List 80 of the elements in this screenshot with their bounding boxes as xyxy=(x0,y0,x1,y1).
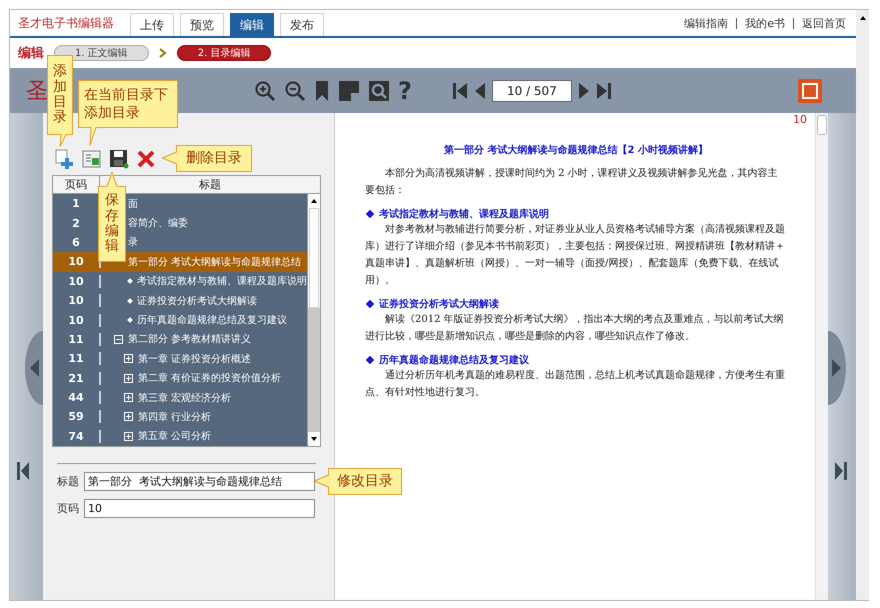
bullet-icon xyxy=(127,317,133,323)
nav-tab[interactable]: 编辑 xyxy=(230,13,274,36)
toc-title: 证券投资分析考试大纲解读 xyxy=(137,294,257,308)
toc-title: 历年真题命题规律总结及复习建议 xyxy=(137,314,287,328)
toc-row[interactable]: 11 第二部分 参考教材精讲讲义 xyxy=(53,330,307,350)
toc-row[interactable]: 21 第二章 有价证券的投资价值分析 xyxy=(53,368,307,388)
next-page-icon[interactable] xyxy=(578,82,590,100)
paragraph: 解读《2012 年版证券投资分析考试大纲》，指出本大纲的考点及重难点，与以前考试大纲进行比较，哪些是新增知识点，哪些是删除的内容，哪些知识点作了修改。 xyxy=(365,312,785,344)
section-heading: 证券投资分析考试大纲解读 xyxy=(379,298,499,311)
toc-title: 第四章 行业分析 xyxy=(138,410,212,424)
page-heading: 第一部分 考试大纲解读与命题规律总结【2 小时视频讲解】 xyxy=(443,144,709,157)
toc-row[interactable]: 10 第一部分 考试大纲解读与命题规律总结 xyxy=(53,252,307,272)
toc-title: 面 xyxy=(128,198,138,211)
section-heading: 考试指定教材与教辅、课程及题库说明 xyxy=(379,207,549,221)
last-page-icon[interactable] xyxy=(834,461,848,481)
nav-link[interactable]: 编辑指南 xyxy=(684,16,728,30)
page-number: 10 xyxy=(793,114,807,125)
close-icon[interactable] xyxy=(136,149,156,169)
help-button[interactable]: ? xyxy=(398,78,412,102)
previous-page-icon[interactable] xyxy=(474,82,486,100)
nav-link[interactable]: 返回首页 xyxy=(802,16,846,30)
toc-row[interactable]: 44 第三章 宏观经济分析 xyxy=(53,388,307,408)
collapse-icon[interactable] xyxy=(114,334,123,344)
zoom-out-icon[interactable] xyxy=(284,80,306,102)
nav-tab[interactable]: 上传 xyxy=(130,13,174,36)
chevron-icon xyxy=(158,48,167,58)
paragraph: 对参考教材与教辅进行简要分析，对证券业从业人员资格考试辅导方案（高清视频课程及题库）进行了详细介绍（参见本书书前彩页），主要包括：网授保过班、网授精讲班【教材精讲＋真题串讲】、真题解析班（网授）、一对一辅导（面授/网授）、配套题库（免费下载、在线试用）。 xyxy=(365,222,786,288)
paragraph: 本部分为高清视频讲解，授课时间约为 2 小时，课程讲义及视频讲解参见光盘，其内容主要包括： xyxy=(365,166,779,198)
expand-icon[interactable] xyxy=(124,354,133,364)
toc-row[interactable]: 59 第四章 行业分析 xyxy=(53,407,307,427)
toc-title: 第二章 有价证券的投资价值分析 xyxy=(138,372,282,386)
toc-title: 考试指定教材与教辅、课程及题库说明 xyxy=(137,274,307,288)
first-page-icon[interactable] xyxy=(452,82,468,100)
page-field[interactable]: 10 / 507 xyxy=(492,80,572,102)
nav-link[interactable]: 我的e书 xyxy=(745,16,785,30)
add-child-icon[interactable] xyxy=(82,149,102,169)
save-icon[interactable] xyxy=(109,149,129,169)
add-icon[interactable] xyxy=(55,149,75,169)
toc-title: 第一章 证券投资分析概述 xyxy=(138,352,252,366)
callout: 在当前目录下添加目录 xyxy=(78,80,178,146)
section-heading: 历年真题命题规律总结及复习建议 xyxy=(379,354,529,367)
bullet-icon xyxy=(127,298,133,304)
toc-row[interactable]: 10 考试指定教材与教辅、课程及题库说明 xyxy=(53,272,307,291)
stop-button[interactable] xyxy=(798,78,822,102)
field-label: 标题 xyxy=(57,474,79,490)
paragraph: 通过分析历年机考真题的难易程度、出题范围，总结上机考试真题命题规律，方便考生有重点、有针对性地进行复习。 xyxy=(365,368,786,400)
toc-row[interactable]: 10 历年真题命题规律总结及复习建议 xyxy=(53,310,307,330)
toc-title: 录 xyxy=(128,236,138,250)
toc-title: 第二部分 参考教材精讲讲义 xyxy=(128,332,252,346)
toc-title: 第三章 宏观经济分析 xyxy=(138,392,232,405)
previous-arrow-icon[interactable] xyxy=(25,331,43,405)
step-pill[interactable]: 2. 目录编辑 xyxy=(176,45,272,61)
app-title: 圣才电子书编辑器 xyxy=(18,14,114,32)
logo-text: 圣 xyxy=(26,78,48,106)
expand-icon[interactable] xyxy=(124,432,133,441)
nav-tab[interactable]: 预览 xyxy=(180,13,224,36)
first-page-icon[interactable] xyxy=(16,461,30,481)
section-label: 编辑 xyxy=(18,44,44,62)
last-page-icon[interactable] xyxy=(596,82,612,100)
toc-title: 容简介、编委 xyxy=(128,216,188,230)
toc-row[interactable]: 11 第一章 证券投资分析概述 xyxy=(53,349,307,369)
note-icon[interactable] xyxy=(338,80,360,102)
nav-tab[interactable]: 发布 xyxy=(280,13,324,36)
expand-icon[interactable] xyxy=(124,412,133,422)
zoom-in-icon[interactable] xyxy=(254,80,276,102)
search-icon[interactable] xyxy=(368,80,390,102)
bookmark-icon[interactable] xyxy=(314,80,330,102)
toc-row[interactable]: 74 第五章 公司分析 xyxy=(53,426,307,446)
field-label: 页码 xyxy=(57,501,79,516)
step-pill[interactable]: 1. 正文编辑 xyxy=(54,45,149,61)
toc-title: 第一部分 考试大纲解读与命题规律总结 xyxy=(128,256,302,269)
toc-row[interactable]: 10 证券投资分析考试大纲解读 xyxy=(53,290,307,310)
column-header: 标题 xyxy=(198,177,222,193)
expand-icon[interactable] xyxy=(124,393,133,402)
next-arrow-icon[interactable] xyxy=(828,331,846,405)
bullet-icon xyxy=(127,278,133,284)
input-field[interactable]: 10 xyxy=(84,499,315,518)
toc-title: 第五章 公司分析 xyxy=(138,430,212,444)
expand-icon[interactable] xyxy=(124,374,133,383)
input-field[interactable]: 第一部分 考试大纲解读与命题规律总结 xyxy=(84,472,315,492)
